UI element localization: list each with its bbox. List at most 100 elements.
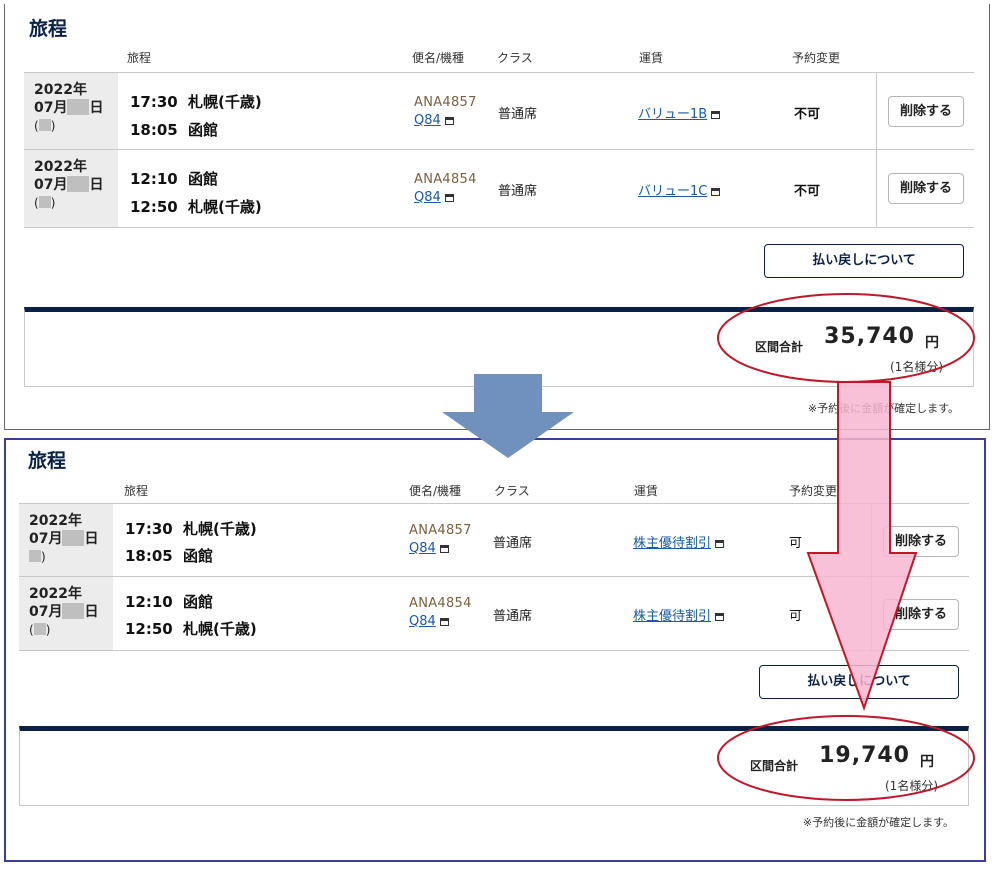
change-status: 不可: [794, 107, 821, 122]
total-box: 区間合計 35,740 円 (1名様分): [24, 307, 974, 387]
dep-time: 12:10: [130, 170, 178, 188]
total-label: 区間合計: [749, 759, 798, 773]
external-window-icon: [444, 194, 454, 202]
refund-info-button[interactable]: 払い戻しについて: [759, 665, 959, 699]
arrival: 18:05 函館: [130, 119, 218, 140]
external-window-icon: [439, 618, 449, 626]
itinerary-panel-after: 旅程 旅程 便名/機種 クラス 運賃 予約変更 2022年 07月日 ) 17:…: [4, 438, 986, 862]
total-label: 区間合計: [754, 340, 803, 354]
delete-button[interactable]: 削除する: [888, 173, 964, 204]
departure: 17:30 札幌(千歳): [125, 518, 257, 539]
arr-place: 函館: [183, 547, 214, 565]
aircraft-link[interactable]: Q84: [409, 614, 449, 629]
dep-place: 函館: [183, 593, 214, 611]
aircraft-label: Q84: [414, 190, 441, 205]
date-month: 07月: [29, 531, 63, 547]
external-window-icon: [444, 117, 454, 125]
dow-close: ): [45, 623, 51, 637]
divider: [871, 577, 872, 650]
redacted-day: [62, 530, 85, 546]
date-cell: 2022年 07月日 (): [24, 73, 118, 149]
redacted-dow: [38, 196, 51, 208]
col-header-change: 予約変更: [792, 51, 841, 65]
arrival: 12:50 札幌(千歳): [125, 618, 257, 639]
total-box: 区間合計 19,740 円 (1名様分): [19, 726, 969, 806]
date-year: 2022年: [29, 586, 82, 602]
dow-close: ): [50, 119, 56, 133]
arr-time: 12:50: [130, 198, 178, 216]
class-value: 普通席: [493, 609, 533, 624]
divider: [876, 150, 877, 227]
aircraft-link[interactable]: Q84: [409, 541, 449, 556]
class-value: 普通席: [498, 184, 538, 199]
fare-link[interactable]: バリュー1C: [638, 180, 721, 199]
aircraft-label: Q84: [409, 541, 436, 556]
date-month: 07月: [29, 604, 63, 620]
total-per-person: (1名様分): [890, 360, 943, 374]
date-day-suffix: 日: [84, 604, 99, 620]
table-row: 2022年 07月日 () 12:10 函館 12:50 札幌(千歳) ANA485…: [19, 577, 969, 651]
redacted-dow: [33, 623, 46, 635]
fare-label: 株主優待割引: [633, 536, 712, 551]
table-row: 2022年 07月日 () 17:30 札幌(千歳) 18:05 函館 ANA485…: [24, 72, 974, 150]
table-row: 2022年 07月日 () 12:10 函館 12:50 札幌(千歳) ANA485…: [24, 150, 974, 228]
price-note: ※予約後に金額が確定します。: [807, 402, 959, 415]
fare-label: バリュー1B: [638, 107, 708, 122]
aircraft-link[interactable]: Q84: [414, 190, 454, 205]
refund-info-button[interactable]: 払い戻しについて: [764, 244, 964, 278]
total-amount: 35,740: [824, 324, 915, 349]
departure: 17:30 札幌(千歳): [130, 91, 262, 112]
external-window-icon: [715, 613, 725, 621]
external-window-icon: [439, 545, 449, 553]
arrival: 12:50 札幌(千歳): [130, 196, 262, 217]
aircraft-label: Q84: [414, 113, 441, 128]
date-month: 07月: [34, 100, 68, 116]
redacted-dow: [38, 119, 51, 131]
fare-link[interactable]: 株主優待割引: [633, 532, 725, 551]
date-cell: 2022年 07月日 (): [19, 577, 113, 650]
delete-button[interactable]: 削除する: [883, 599, 959, 630]
external-window-icon: [715, 540, 725, 548]
redacted-day: [67, 176, 90, 192]
aircraft-link[interactable]: Q84: [414, 113, 454, 128]
fare-link[interactable]: 株主優待割引: [633, 605, 725, 624]
col-header-class: クラス: [497, 51, 533, 65]
delete-button[interactable]: 削除する: [883, 526, 959, 557]
class-value: 普通席: [498, 107, 538, 122]
col-header-flight: 便名/機種: [412, 51, 465, 65]
arr-place: 札幌(千歳): [183, 620, 257, 638]
departure: 12:10 函館: [130, 168, 218, 189]
dep-time: 12:10: [125, 593, 173, 611]
flight-number: ANA4854: [414, 172, 477, 187]
price-note: ※予約後に金額が確定します。: [802, 816, 954, 829]
redacted-day: [67, 99, 90, 115]
total-per-person: (1名様分): [885, 779, 938, 793]
delete-button[interactable]: 削除する: [888, 96, 964, 127]
arr-place: 札幌(千歳): [188, 198, 262, 216]
col-header-itinerary: 旅程: [124, 484, 149, 498]
change-status: 可: [789, 609, 803, 624]
external-window-icon: [711, 188, 721, 196]
change-status: 不可: [794, 184, 821, 199]
arr-time: 12:50: [125, 620, 173, 638]
redacted-day: [62, 603, 85, 619]
col-header-fare: 運賃: [634, 484, 659, 498]
divider: [876, 73, 877, 149]
total-unit: 円: [920, 754, 934, 770]
class-value: 普通席: [493, 536, 533, 551]
date-year: 2022年: [34, 159, 87, 175]
arr-place: 函館: [188, 121, 219, 139]
flight-number: ANA4854: [409, 596, 472, 611]
col-header-class: クラス: [494, 484, 530, 498]
fare-label: 株主優待割引: [633, 609, 712, 624]
change-status: 可: [789, 536, 803, 551]
total-amount: 19,740: [819, 743, 910, 768]
divider: [871, 504, 872, 576]
arr-time: 18:05: [125, 547, 173, 565]
external-window-icon: [711, 111, 721, 119]
fare-link[interactable]: バリュー1B: [638, 103, 721, 122]
date-day-suffix: 日: [89, 100, 104, 116]
date-day-suffix: 日: [84, 531, 99, 547]
fare-label: バリュー1C: [638, 184, 708, 199]
dep-place: 札幌(千歳): [183, 520, 257, 538]
